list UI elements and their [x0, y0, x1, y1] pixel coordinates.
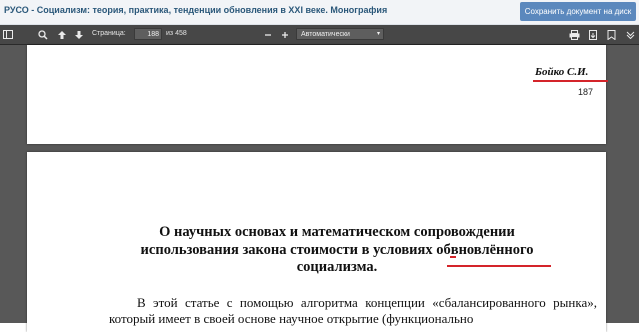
zoom-out-icon[interactable]	[261, 27, 275, 42]
search-icon[interactable]	[36, 27, 50, 42]
spellcheck-underline	[447, 265, 551, 267]
pdf-toolbar: Страница: 188 из 458 Автоматически ▾	[0, 25, 639, 45]
page-label: Страница:	[92, 30, 126, 37]
bookmark-icon[interactable]	[604, 27, 618, 42]
heading-line: использования закона стоимости в условия…	[140, 241, 534, 258]
heading-line: О научных основах и математическом сопро…	[159, 224, 515, 240]
document-viewer[interactable]: Бойко С.И. 187 О научных основах и матем…	[0, 45, 639, 332]
sidebar-toggle-icon[interactable]	[1, 27, 15, 42]
more-tools-icon[interactable]	[623, 27, 637, 42]
zoom-in-icon[interactable]	[278, 27, 292, 42]
spellcheck-underline	[533, 80, 608, 82]
chevron-updown-icon: ▾	[376, 31, 380, 37]
heading-line: социализма.	[296, 259, 378, 275]
author-name: Бойко С.И.	[535, 66, 589, 78]
arrow-down-icon[interactable]	[72, 27, 86, 42]
page-number: 187	[578, 87, 594, 97]
zoom-select[interactable]: Автоматически ▾	[296, 28, 384, 40]
current-page: О научных основах и математическом сопро…	[27, 152, 606, 332]
previous-page: Бойко С.И. 187	[27, 45, 608, 144]
save-document-button[interactable]: Сохранить документ на диск	[520, 2, 636, 21]
article-body: В этой статье с помощью алгоритма концеп…	[109, 295, 597, 327]
body-line: В этой статье с помощью алгоритма концеп…	[137, 295, 546, 310]
page-number-input[interactable]: 188	[134, 28, 162, 40]
article-heading: О научных основах и математическом сопро…	[87, 224, 587, 277]
page-total: из 458	[166, 30, 187, 37]
zoom-select-value: Автоматически	[301, 31, 350, 38]
download-icon[interactable]	[586, 27, 600, 42]
spellcheck-mark	[450, 256, 456, 258]
print-icon[interactable]	[567, 27, 581, 42]
document-title: РУСО - Социализм: теория, практика, тенд…	[4, 5, 388, 15]
arrow-up-icon[interactable]	[55, 27, 69, 42]
title-bar: РУСО - Социализм: теория, практика, тенд…	[0, 0, 639, 25]
